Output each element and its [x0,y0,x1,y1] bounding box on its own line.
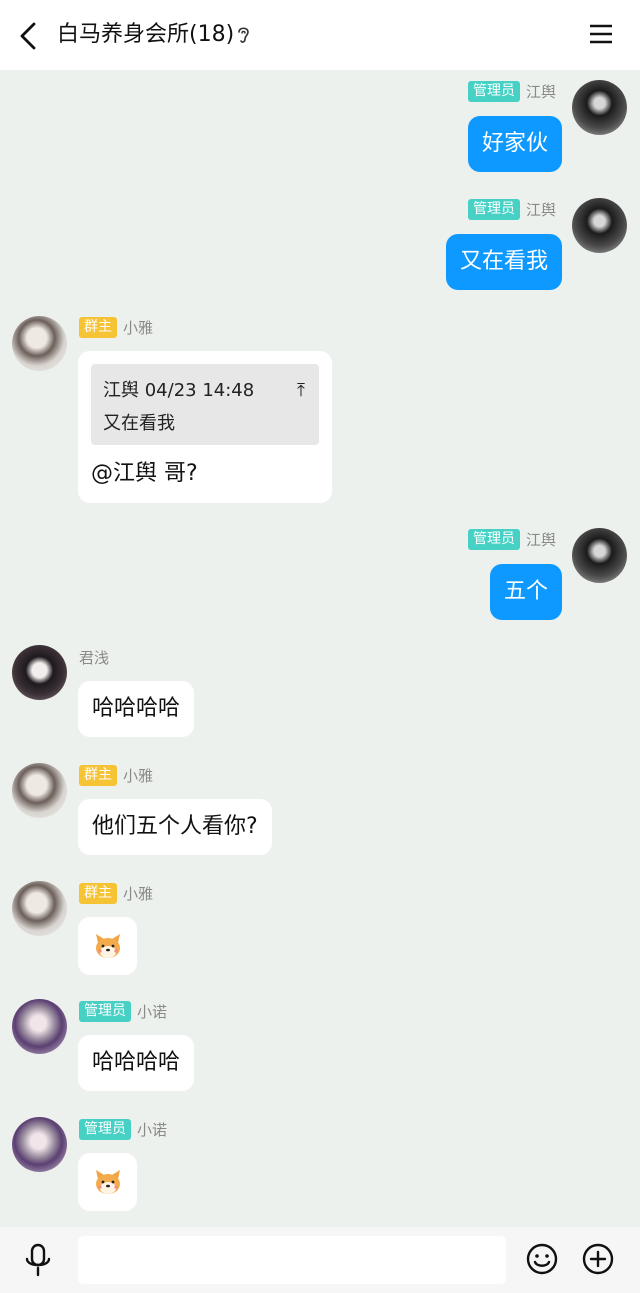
message-item: 管理员 江舆 五个 [0,518,640,628]
message-text: 哈哈哈哈 [92,1050,181,1075]
message-text: 五个 [503,579,548,604]
quoted-meta: 江舆 04/23 14:48 [103,380,255,401]
back-button[interactable] [14,20,44,52]
message-meta: 管理员 小诺 [79,1118,167,1140]
message-text: 哈哈哈哈 [92,696,181,721]
message-list[interactable]: 管理员 江舆 好家伙 管理员 江舆 又在看我 群主 小雅 江舆 04/23 14… [0,70,640,1227]
sender-name: 江舆 [525,530,556,549]
chat-header: 白马养身会所(18) [0,0,640,70]
message-item: 管理员 江舆 好家伙 [0,70,640,180]
sender-name: 江舆 [525,82,556,101]
jump-to-quote-icon[interactable]: ⤒ [297,376,305,406]
message-meta: 群主 小雅 [79,882,153,904]
message-text: 他们五个人看你? [92,814,258,839]
sender-name: 小雅 [123,766,154,785]
sender-name: 小雅 [123,318,154,337]
smiley-face-icon[interactable] [526,1243,558,1275]
avatar[interactable] [572,80,627,135]
microphone-icon[interactable] [24,1243,52,1277]
message-bubble[interactable]: 好家伙 [467,116,562,172]
quoted-text: 又在看我 [103,413,175,434]
input-bar [0,1227,640,1293]
avatar[interactable] [12,645,67,700]
message-meta: 君浅 [79,646,109,668]
message-item: 管理员 江舆 又在看我 [0,188,640,298]
avatar[interactable] [12,316,67,371]
dog-face-sticker [96,1170,120,1194]
sender-name: 小诺 [137,1002,168,1021]
owner-badge: 群主 [79,764,117,786]
admin-badge: 管理员 [467,198,520,220]
dog-face-sticker [96,934,120,958]
message-meta: 群主 小雅 [79,316,153,338]
admin-badge: 管理员 [79,1000,131,1022]
sender-name: 小雅 [123,884,154,903]
message-input[interactable] [78,1236,506,1284]
message-meta: 群主 小雅 [79,764,153,786]
message-bubble[interactable]: 他们五个人看你? [78,799,272,855]
admin-badge: 管理员 [467,80,520,102]
message-bubble[interactable]: 五个 [489,564,562,620]
message-item: 管理员 小诺 哈哈哈哈 [0,990,640,1100]
plus-circle-icon[interactable] [582,1243,614,1275]
quoted-message[interactable]: 江舆 04/23 14:48 ⤒ 又在看我 [91,364,319,445]
avatar[interactable] [12,1117,67,1172]
reply-bubble[interactable]: 江舆 04/23 14:48 ⤒ 又在看我 @江舆 哥? [78,351,332,503]
sender-name: 小诺 [137,1120,168,1139]
admin-badge: 管理员 [79,1118,131,1140]
message-meta: 管理员 江舆 [467,198,556,220]
message-text: @江舆 哥? [91,461,198,486]
sticker-bubble[interactable] [78,1153,137,1211]
message-bubble[interactable]: 哈哈哈哈 [78,681,195,737]
message-item: 群主 小雅 [0,872,640,982]
message-item: 群主 小雅 他们五个人看你? [0,754,640,864]
avatar[interactable] [12,881,67,936]
avatar[interactable] [12,763,67,818]
message-text: 又在看我 [459,249,548,274]
message-item: 群主 小雅 江舆 04/23 14:48 ⤒ 又在看我 @江舆 哥? [0,306,640,506]
ear-icon [238,27,249,43]
admin-badge: 管理员 [467,528,520,550]
message-item: 管理员 小诺 [0,1108,640,1218]
message-meta: 管理员 江舆 [467,80,556,102]
sticker-bubble[interactable] [78,917,137,975]
menu-button[interactable] [588,22,614,46]
message-text: 好家伙 [481,131,548,156]
message-bubble[interactable]: 又在看我 [445,234,562,290]
avatar[interactable] [12,999,67,1054]
avatar[interactable] [572,198,627,253]
sender-name: 江舆 [525,200,556,219]
message-meta: 管理员 小诺 [79,1000,167,1022]
message-bubble[interactable]: 哈哈哈哈 [78,1035,195,1091]
owner-badge: 群主 [79,882,117,904]
sender-name: 君浅 [79,648,110,667]
owner-badge: 群主 [79,316,117,338]
avatar[interactable] [572,528,627,583]
chat-title: 白马养身会所(18) [57,22,235,47]
message-item: 君浅 哈哈哈哈 [0,636,640,746]
message-meta: 管理员 江舆 [467,528,556,550]
